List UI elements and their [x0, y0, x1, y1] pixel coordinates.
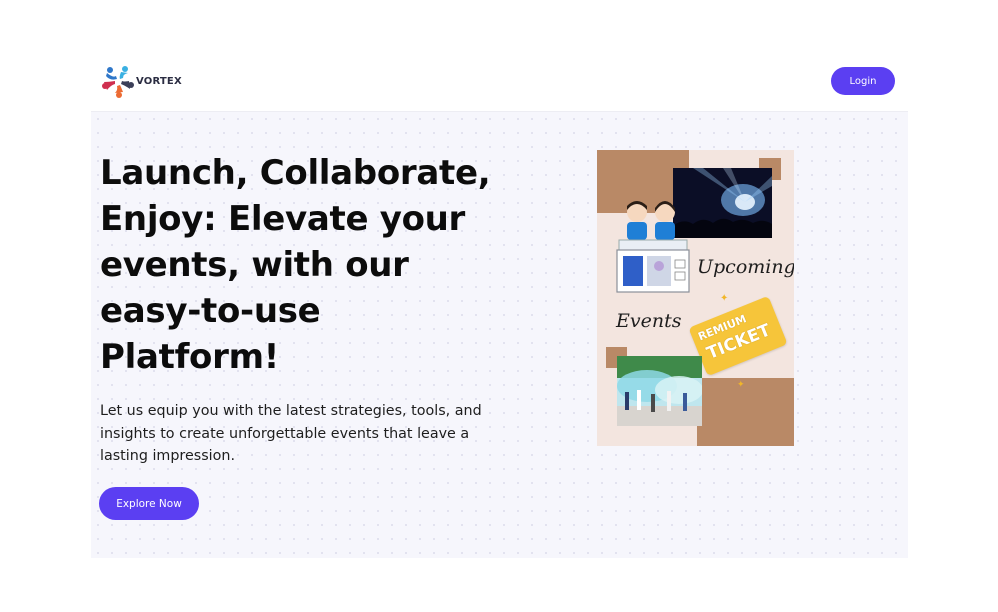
headline-line: easy-to-use [100, 291, 321, 331]
hero-headline: Launch, Collaborate, Enjoy: Elevate your… [100, 150, 520, 380]
upcoming-events-poster: Upcoming Events REMIUM TICKET ✦ ✦ [597, 150, 794, 446]
brand-name: VORTEX [136, 75, 182, 87]
login-button[interactable]: Login [831, 67, 895, 95]
site-header: VORTEX Login [0, 0, 998, 111]
hero-section: Launch, Collaborate, Enjoy: Elevate your… [91, 111, 908, 558]
sparkle-icon: ✦ [720, 293, 729, 304]
poster-upcoming-text: Upcoming [697, 256, 794, 278]
headline-line: Platform! [100, 337, 279, 377]
premium-ticket: REMIUM TICKET [688, 295, 788, 377]
sparkle-icon: ✦ [737, 380, 745, 390]
brand-logo[interactable]: VORTEX [101, 64, 182, 98]
poster-events-text: Events [616, 310, 682, 332]
poster-block [697, 378, 794, 446]
festival-photo [617, 356, 702, 426]
description-line: insights to create unforgettable events … [100, 425, 470, 442]
people-circle-logo-icon [102, 66, 134, 98]
headline-line: Enjoy: Elevate your [100, 199, 466, 239]
description-line: Let us equip you with the latest strateg… [100, 403, 482, 419]
description-line: lasting impression. [100, 448, 235, 464]
hero-description: Let us equip you with the latest strateg… [100, 400, 500, 468]
staff-desk-illustration [616, 201, 690, 293]
headline-line: events, with our [100, 245, 409, 285]
explore-now-button[interactable]: Explore Now [99, 487, 199, 520]
headline-line: Launch, Collaborate, [100, 153, 491, 193]
